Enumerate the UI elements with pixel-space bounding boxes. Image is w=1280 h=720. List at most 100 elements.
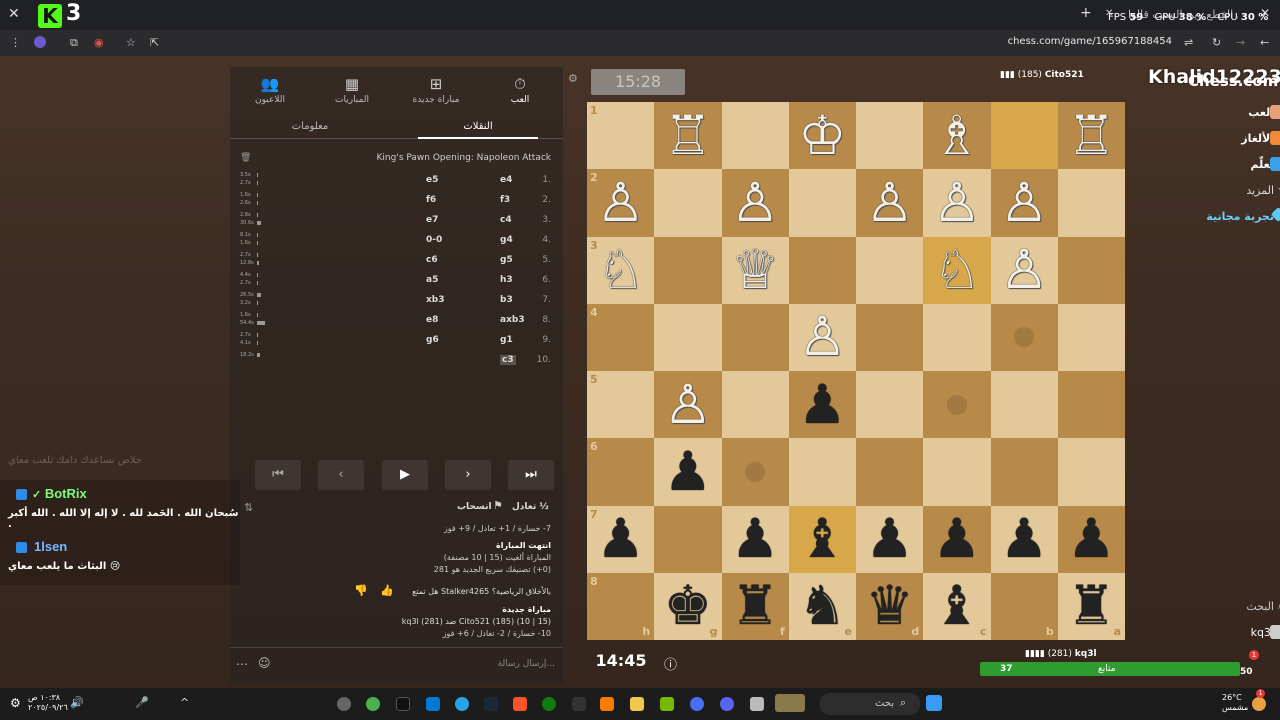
board-square[interactable]: ♟ — [721, 505, 789, 573]
chess-board[interactable]: 1 ♖ ♔ ♗ ♖ 2 ♙ ♙ ♙ ♙ ♙ 3 ♘ ♕ ♘ ♙ 4 ♙ 5 ♙ ♟ 6 ♟ 7 ♟ ♟ ♝ ♟ ♟ ♟ ♟ 8 h g ♚ f ♜ e ♞ d… — [587, 102, 1125, 640]
board-square[interactable]: 8h — [587, 572, 655, 640]
black-pawn-icon[interactable]: ♟ — [933, 512, 981, 566]
board-square[interactable]: ♗ — [923, 102, 991, 170]
move-white[interactable]: c4 — [500, 215, 512, 225]
board-square[interactable] — [654, 505, 722, 573]
flip-board-icon[interactable]: ⇅ — [244, 501, 253, 514]
board-square[interactable] — [923, 371, 991, 439]
thumbs-down-icon[interactable]: 👎 — [354, 584, 368, 597]
board-square[interactable]: b — [990, 572, 1058, 640]
board-square[interactable]: 2 ♙ — [587, 169, 655, 237]
last-move-button[interactable]: ⏭ — [508, 460, 554, 490]
store-icon[interactable] — [426, 697, 440, 711]
board-square[interactable]: ♟ — [1057, 505, 1125, 573]
new-tab-icon[interactable]: + — [1080, 5, 1092, 21]
move-black[interactable]: g6 — [426, 335, 439, 345]
white-queen-icon[interactable]: ♕ — [731, 243, 779, 297]
clock-info-icon[interactable]: ⓘ — [664, 654, 677, 673]
microphone-icon[interactable]: 🎤 — [135, 696, 149, 709]
folder-icon[interactable] — [630, 697, 644, 711]
white-pawn-icon[interactable]: ♙ — [865, 175, 913, 230]
clock[interactable]: ١٠:٣٨ ص ٢٠٢٥/٠٩/٢٦ — [28, 693, 68, 713]
extensions-icon[interactable]: ⧉ — [70, 36, 78, 50]
board-square[interactable] — [856, 438, 924, 506]
discord-icon[interactable] — [720, 697, 734, 711]
board-square[interactable] — [856, 303, 924, 371]
board-square[interactable] — [654, 236, 722, 304]
board-square[interactable] — [1057, 438, 1125, 506]
chevron-up-icon[interactable]: ^ — [180, 696, 189, 709]
black-pawn-icon[interactable]: ♟ — [664, 444, 712, 499]
nav-play[interactable]: العب — [1170, 105, 1280, 119]
office-icon[interactable] — [600, 697, 614, 711]
board-square[interactable] — [721, 102, 789, 170]
window-icon[interactable] — [750, 697, 764, 711]
board-square[interactable]: g ♚ — [654, 572, 722, 640]
board-square[interactable]: c ♝ — [923, 572, 991, 640]
board-square[interactable] — [654, 303, 722, 371]
move-hint-dot[interactable] — [1014, 327, 1035, 348]
move-black[interactable]: 0-0 — [426, 235, 442, 245]
board-square[interactable] — [654, 169, 722, 237]
emoji-icon[interactable]: ☺ — [258, 656, 271, 670]
site-settings-icon[interactable]: ⇌ — [1184, 36, 1193, 49]
board-square[interactable]: ♙ — [856, 169, 924, 237]
board-square[interactable]: 4 — [587, 303, 655, 371]
move-white[interactable]: h3 — [500, 275, 513, 285]
tab-play[interactable]: ⏱ العب — [480, 75, 560, 105]
board-square[interactable] — [721, 303, 789, 371]
white-knight-icon[interactable]: ♘ — [933, 243, 981, 297]
white-pawn-icon[interactable]: ♙ — [798, 310, 846, 364]
black-knight-icon[interactable]: ♞ — [798, 579, 846, 633]
settings-gear-icon[interactable]: ⚙ — [568, 72, 578, 85]
board-square[interactable] — [923, 438, 991, 506]
next-move-button[interactable]: › — [445, 460, 491, 490]
move-white[interactable]: g1 — [500, 335, 513, 345]
nav-user[interactable]: kq3l — [1170, 625, 1280, 639]
board-square[interactable]: 5 — [587, 371, 655, 439]
nav-more[interactable]: المزيد⌄ — [1170, 183, 1280, 197]
board-square[interactable]: ♟ — [923, 505, 991, 573]
board-square[interactable] — [990, 371, 1058, 439]
xbox-icon[interactable] — [542, 697, 556, 711]
tab-players[interactable]: 👥 اللاعبون — [230, 75, 310, 105]
nav-learn[interactable]: تعلّم — [1170, 157, 1280, 171]
board-square[interactable]: ♙ — [654, 371, 722, 439]
board-square[interactable] — [721, 438, 789, 506]
black-pawn-icon[interactable]: ♟ — [865, 512, 913, 566]
board-square[interactable]: ♔ — [788, 102, 856, 170]
black-bishop-icon[interactable]: ♝ — [933, 579, 981, 633]
chrome-icon[interactable] — [366, 697, 380, 711]
black-pawn-icon[interactable]: ♟ — [731, 512, 779, 566]
move-hint-dot[interactable] — [946, 394, 967, 415]
board-square[interactable]: 1 — [587, 102, 655, 170]
white-pawn-icon[interactable]: ♙ — [731, 175, 779, 230]
board-square[interactable] — [1057, 169, 1125, 237]
draw-button[interactable]: تعادل ½ — [512, 502, 549, 512]
board-square[interactable]: 6 — [587, 438, 655, 506]
star-icon[interactable]: ☆ — [126, 36, 136, 49]
move-black[interactable]: xb3 — [426, 295, 445, 305]
board-square[interactable]: ♙ — [788, 303, 856, 371]
move-black[interactable]: e8 — [426, 315, 438, 325]
board-square[interactable]: ♙ — [990, 169, 1058, 237]
board-square[interactable] — [1057, 236, 1125, 304]
board-square[interactable]: ♖ — [1057, 102, 1125, 170]
move-white[interactable]: b3 — [500, 295, 513, 305]
move-hint-dot[interactable] — [745, 461, 766, 482]
shield-icon[interactable]: ◉ — [94, 36, 104, 49]
board-square[interactable]: ♟ — [788, 371, 856, 439]
white-bishop-icon[interactable]: ♗ — [933, 108, 981, 163]
white-king-icon[interactable]: ♔ — [798, 108, 846, 163]
trash-icon[interactable]: 🗑 — [240, 153, 251, 163]
board-square[interactable]: 3 ♘ — [587, 236, 655, 304]
more-options-icon[interactable]: ⋯ — [236, 657, 248, 671]
white-pawn-icon[interactable]: ♙ — [664, 377, 712, 432]
first-move-button[interactable]: ⏮ — [255, 460, 301, 490]
board-square[interactable]: ♙ — [990, 236, 1058, 304]
move-black[interactable]: f6 — [426, 195, 436, 205]
board-square[interactable]: ♟ — [856, 505, 924, 573]
obs-icon[interactable] — [337, 697, 351, 711]
new-game-link[interactable]: مباراة جديدة — [502, 605, 551, 614]
volume-icon[interactable]: 🔊 — [70, 696, 84, 709]
